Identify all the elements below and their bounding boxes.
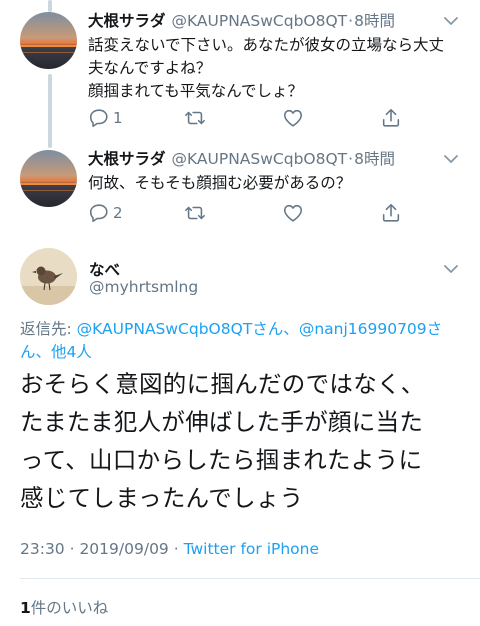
- reply-button[interactable]: 1: [88, 105, 123, 131]
- like-button[interactable]: [282, 105, 304, 131]
- main-tweet-text: おそらく意図的に掴んだのではなく、 たまたま犯人が伸ばした手が顔に当た って、山…: [20, 365, 470, 517]
- author-name[interactable]: 大根サラダ: [88, 148, 166, 170]
- chevron-down-icon[interactable]: [440, 258, 462, 280]
- tweet-actions: 1: [88, 105, 408, 131]
- reply-tweet-1[interactable]: 大根サラダ @KAUPNASwCqbO8QT · 8時間 話変えないで下さい。あ…: [88, 10, 462, 103]
- author-handle[interactable]: @KAUPNASwCqbO8QT: [172, 10, 348, 32]
- retweet-button[interactable]: [184, 105, 206, 131]
- tweet-line: 何故、そもそも顔掴む必要があるの？: [88, 174, 352, 192]
- tweet-line: たまたま犯人が伸ばした手が顔に当た: [20, 408, 424, 436]
- others-link[interactable]: ん、他4人: [20, 343, 92, 361]
- reply-count: 2: [113, 204, 123, 222]
- likes-label: 件のいいね: [30, 599, 109, 617]
- avatar-sunset[interactable]: [20, 12, 77, 69]
- tweet-time[interactable]: 8時間: [354, 148, 395, 170]
- mention-separator: 、: [283, 320, 299, 338]
- share-icon: [382, 203, 400, 222]
- tweet-actions: 2: [88, 200, 408, 226]
- author-handle[interactable]: @KAUPNASwCqbO8QT: [172, 148, 348, 170]
- tweet-timestamp: 23:30 · 2019/09/09 ·: [20, 540, 184, 558]
- thread-line-top: [48, 0, 52, 12]
- tweet-line: 話変えないで下さい。あなたが彼女の立場なら大丈: [88, 36, 445, 54]
- likes-summary[interactable]: 1件のいいね: [20, 596, 108, 618]
- main-author-name[interactable]: なべ: [89, 258, 120, 280]
- replying-to-label: 返信先:: [20, 320, 77, 338]
- tweet-text: 何故、そもそも顔掴む必要があるの？: [88, 172, 462, 195]
- author-name[interactable]: 大根サラダ: [88, 10, 166, 32]
- tweet-time[interactable]: 8時間: [354, 10, 395, 32]
- share-icon: [382, 108, 400, 127]
- reply-count: 1: [113, 109, 123, 127]
- chevron-down-icon[interactable]: [440, 10, 462, 32]
- likes-count: 1: [20, 599, 31, 617]
- retweet-button[interactable]: [184, 200, 206, 226]
- tweet-line: おそらく意図的に掴んだのではなく、: [20, 370, 425, 398]
- share-button[interactable]: [380, 105, 402, 131]
- tweet-line: 感じてしまったんでしょう: [20, 484, 304, 512]
- replying-to: 返信先: @KAUPNASwCqbO8QTさん、@nanj16990709さ ん…: [20, 318, 460, 364]
- retweet-icon: [185, 206, 205, 220]
- main-author-handle[interactable]: @myhrtsmlng: [89, 278, 198, 296]
- separator-dot: ·: [348, 12, 354, 30]
- thread-line-mid: [48, 74, 52, 148]
- tweet-text: 話変えないで下さい。あなたが彼女の立場なら大丈 夫なんですよね？ 顔掴まれても平…: [88, 34, 462, 103]
- avatar-sunset[interactable]: [20, 150, 77, 207]
- mention-link[interactable]: @KAUPNASwCqbO8QTさん: [77, 320, 284, 338]
- reply-button[interactable]: 2: [88, 200, 123, 226]
- retweet-icon: [185, 111, 205, 125]
- reply-tweet-2[interactable]: 大根サラダ @KAUPNASwCqbO8QT · 8時間 何故、そもそも顔掴む必…: [88, 148, 462, 195]
- mention-link[interactable]: @nanj16990709さ: [299, 320, 442, 338]
- tweet-line: って、山口からしたら掴まれたように: [20, 446, 423, 474]
- tweet-source[interactable]: Twitter for iPhone: [184, 540, 319, 558]
- chevron-down-icon[interactable]: [440, 148, 462, 170]
- comment-icon: [89, 109, 108, 128]
- like-icon: [283, 204, 303, 222]
- tweet-line: 顔掴まれても平気なんでしょ？: [88, 82, 303, 100]
- divider: [20, 578, 480, 579]
- like-button[interactable]: [282, 200, 304, 226]
- tweet-line: 夫なんですよね？: [88, 59, 212, 77]
- like-icon: [283, 109, 303, 127]
- separator-dot: ·: [348, 150, 354, 168]
- avatar-bird[interactable]: [20, 248, 77, 305]
- share-button[interactable]: [380, 200, 402, 226]
- comment-icon: [89, 204, 108, 223]
- tweet-meta: 23:30 · 2019/09/09 · Twitter for iPhone: [20, 540, 319, 558]
